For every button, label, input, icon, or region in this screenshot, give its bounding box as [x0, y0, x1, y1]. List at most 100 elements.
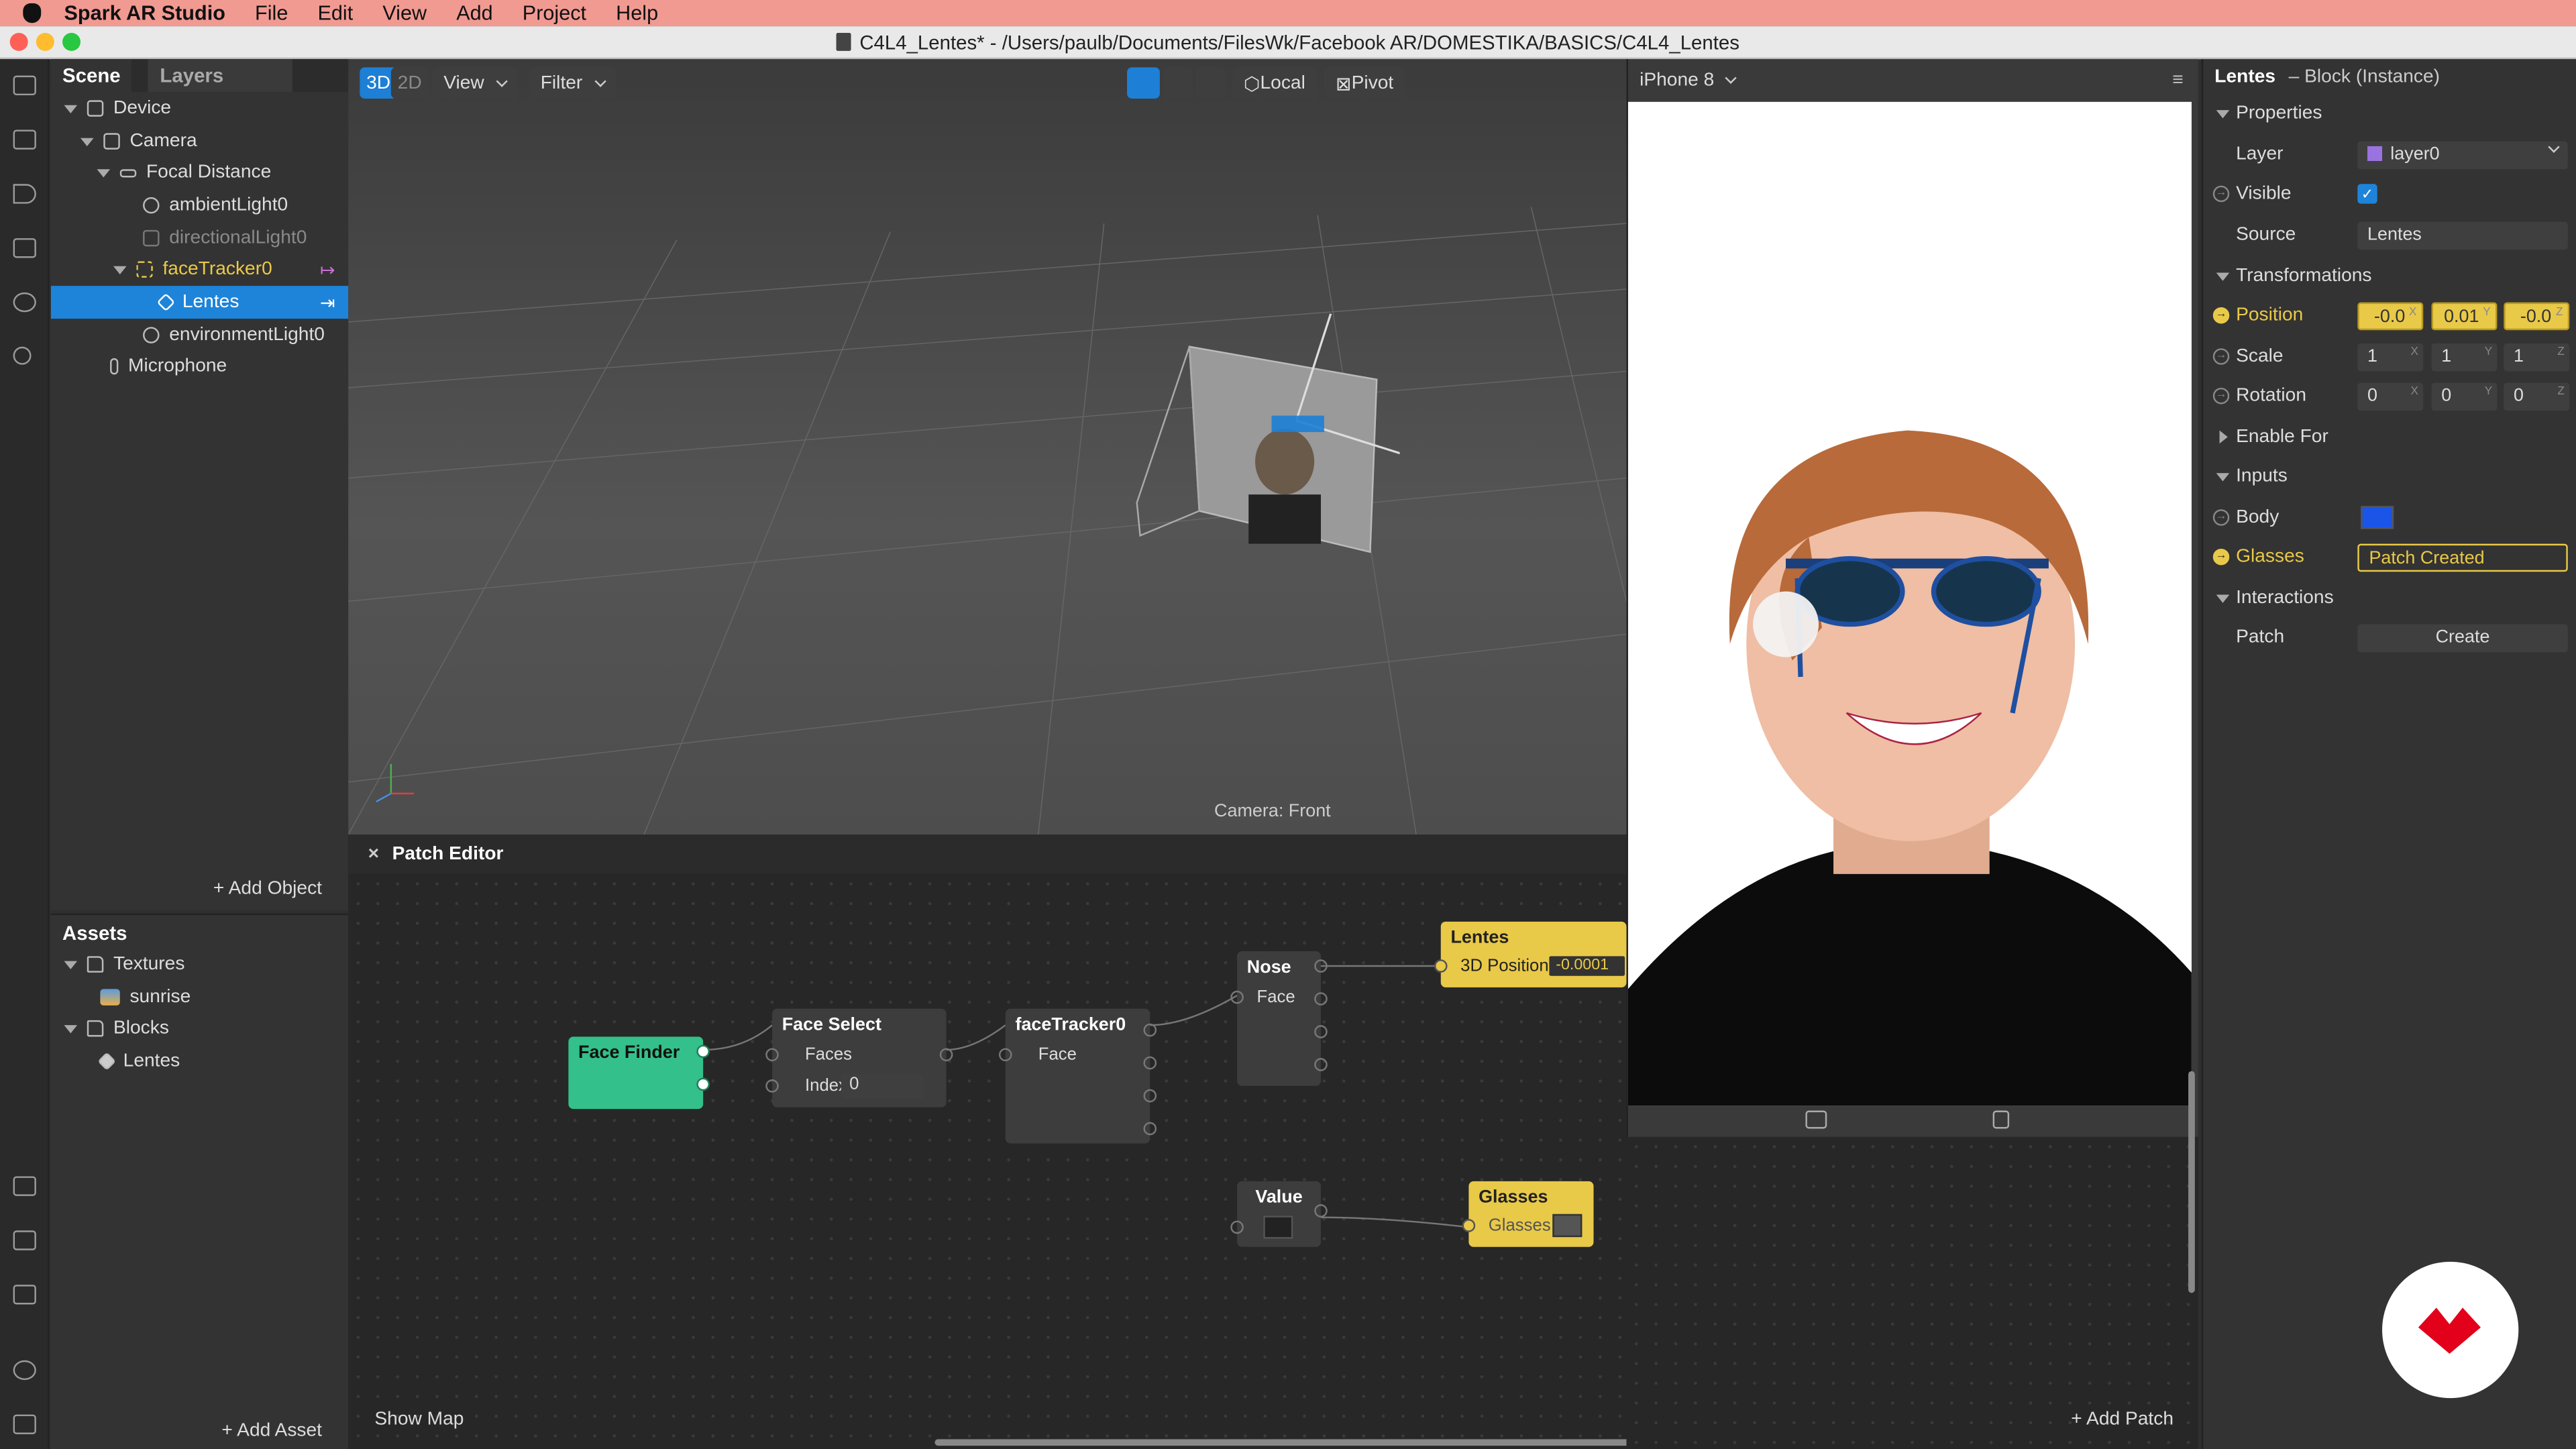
upload-icon[interactable] [13, 1285, 36, 1305]
input-port[interactable] [998, 1048, 1012, 1062]
body-color-swatch[interactable] [2361, 506, 2394, 529]
local-button[interactable]: ⬡ Local [1232, 67, 1317, 99]
bug-icon[interactable] [13, 1360, 36, 1381]
menu-add[interactable]: Add [456, 1, 492, 24]
create-patch-button[interactable]: Create [2357, 624, 2568, 653]
apple-icon[interactable] [23, 3, 42, 23]
color-swatch[interactable] [1263, 1216, 1293, 1239]
scale-tool-icon[interactable] [1195, 67, 1226, 99]
output-port[interactable] [1314, 959, 1328, 973]
menu-file[interactable]: File [255, 1, 288, 24]
index-field[interactable]: 0 [841, 1074, 924, 1099]
keyframe-icon[interactable]: → [2212, 387, 2230, 405]
position-y-field[interactable]: 0.01 Y [2431, 302, 2498, 331]
position-x-field[interactable]: -0.0 X [2357, 302, 2424, 331]
asset-item-sunrise[interactable]: sunrise [51, 981, 348, 1014]
output-port[interactable] [1143, 1023, 1157, 1037]
output-port[interactable] [696, 1077, 710, 1091]
screenshot-icon[interactable] [1805, 1110, 1827, 1129]
patch-nose[interactable]: Nose Face [1230, 951, 1328, 1086]
keyframe-icon[interactable]: → [2212, 348, 2230, 365]
output-port[interactable] [1143, 1089, 1157, 1103]
test-on-device-icon[interactable] [13, 1230, 36, 1250]
output-port[interactable] [939, 1048, 953, 1062]
minimize-window-button[interactable] [36, 32, 54, 51]
visible-checkbox[interactable]: ✓ [2357, 184, 2377, 204]
view-dropdown[interactable]: View [432, 67, 517, 99]
output-port[interactable] [1314, 1025, 1328, 1038]
refresh-icon[interactable] [13, 292, 36, 313]
horizontal-scrollbar[interactable] [934, 1439, 1668, 1446]
patch-glasses[interactable]: Glasses Glasses [1462, 1181, 1594, 1247]
video-icon[interactable] [13, 129, 36, 150]
play-icon[interactable] [13, 184, 36, 204]
stop-icon[interactable] [13, 238, 36, 258]
add-patch-button[interactable]: + Add Patch [2071, 1409, 2174, 1429]
3d-position-field[interactable]: -0.0001 [1547, 954, 1627, 978]
output-port[interactable] [696, 1044, 710, 1059]
rotation-x-field[interactable]: 0X [2357, 382, 2424, 411]
rotation-y-field[interactable]: 0Y [2431, 382, 2498, 411]
tree-item-lentes[interactable]: Lentes ⇥ [50, 286, 349, 319]
asset-folder-blocks[interactable]: Blocks [51, 1012, 348, 1045]
asset-folder-textures[interactable]: Textures [51, 948, 348, 981]
input-port[interactable] [1230, 1220, 1244, 1234]
color-swatch[interactable] [1552, 1214, 1582, 1238]
menu-project[interactable]: Project [523, 1, 586, 24]
close-window-button[interactable] [9, 32, 28, 51]
tab-scene[interactable]: Scene [50, 59, 132, 93]
patch-face-finder[interactable]: Face Finder [568, 1036, 710, 1110]
output-port[interactable] [1314, 992, 1328, 1006]
asset-item-lentes[interactable]: Lentes [51, 1045, 348, 1078]
rotate-tool-icon[interactable] [1163, 67, 1193, 99]
patch-lentes[interactable]: Lentes 3D Position -0.0001 [1434, 921, 1627, 987]
patch-editor[interactable]: × Patch Editor Face Finder Face Select F… [348, 835, 1668, 1449]
patch-face-tracker[interactable]: faceTracker0 Face [998, 1008, 1157, 1144]
section-properties[interactable]: Properties [2203, 94, 2576, 133]
source-field[interactable]: Lentes [2357, 221, 2568, 250]
layer-dropdown[interactable]: layer0 [2357, 141, 2568, 170]
keyframe-icon[interactable]: → [2212, 185, 2230, 203]
input-port[interactable] [1462, 1219, 1476, 1232]
scale-z-field[interactable]: 1Z [2504, 343, 2570, 372]
patch-value[interactable]: Value [1230, 1181, 1328, 1247]
output-port[interactable] [1143, 1122, 1157, 1136]
tree-item-ambient-light[interactable]: ambientLight0 [51, 189, 348, 222]
move-tool-icon[interactable] [1127, 67, 1160, 99]
keyframe-icon[interactable]: → [2212, 509, 2230, 526]
scale-y-field[interactable]: 1Y [2431, 343, 2498, 372]
search-icon[interactable] [13, 346, 32, 365]
tree-item-environment-light[interactable]: environmentLight0 [51, 319, 348, 352]
layout-icon[interactable] [13, 75, 36, 96]
import-icon[interactable] [13, 1176, 36, 1196]
input-port[interactable] [765, 1079, 779, 1093]
tree-item-microphone[interactable]: Microphone [51, 350, 348, 383]
rotation-z-field[interactable]: 0Z [2504, 382, 2570, 411]
output-port[interactable] [1314, 1204, 1328, 1218]
mode-2d-button[interactable]: 2D [390, 67, 429, 99]
rotate-device-icon[interactable] [1992, 1110, 2010, 1129]
pivot-button[interactable]: ⊠ Pivot [1324, 67, 1405, 99]
device-selector[interactable]: iPhone 8 ≡ [1628, 59, 2200, 102]
tree-item-directional-light[interactable]: directionalLight0 [51, 222, 348, 255]
scene-viewport[interactable]: 3D 2D View Filter ⬡ Local ⊠ Pivot Camera… [348, 59, 1627, 835]
tree-item-focal-distance[interactable]: Focal Distance [51, 156, 348, 189]
vertical-scrollbar[interactable] [2188, 1071, 2195, 1293]
add-object-button[interactable]: + Add Object [213, 879, 322, 898]
output-port[interactable] [1314, 1058, 1328, 1071]
scale-x-field[interactable]: 1X [2357, 343, 2424, 372]
position-z-field[interactable]: -0.0 Z [2504, 302, 2570, 331]
menu-view[interactable]: View [382, 1, 427, 24]
section-transformations[interactable]: Transformations [2203, 256, 2576, 296]
input-port[interactable] [765, 1048, 779, 1062]
menu-edit[interactable]: Edit [317, 1, 353, 24]
console-icon[interactable] [13, 1414, 36, 1434]
add-asset-button[interactable]: + Add Asset [221, 1421, 322, 1440]
patch-face-select[interactable]: Face Select Faces Index 0 [765, 1008, 953, 1108]
zoom-window-button[interactable] [62, 32, 81, 51]
tree-item-camera[interactable]: Camera [51, 125, 348, 158]
filter-dropdown[interactable]: Filter [529, 67, 616, 99]
tree-item-face-tracker[interactable]: faceTracker0 ↦ [51, 253, 348, 286]
section-enable-for[interactable]: Enable For [2203, 417, 2576, 457]
input-port[interactable] [1434, 959, 1448, 973]
